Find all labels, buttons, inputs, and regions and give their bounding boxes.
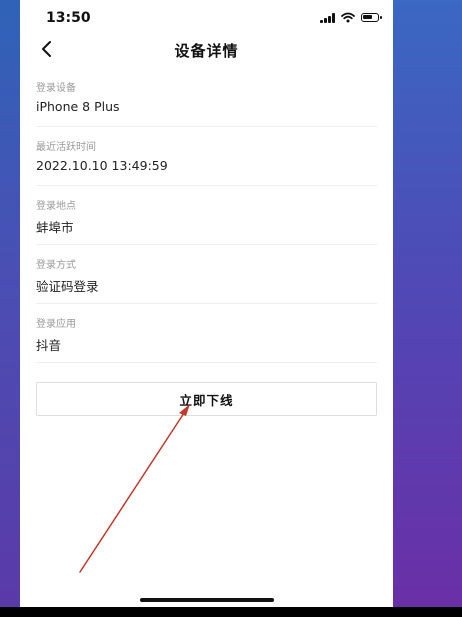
- home-indicator: [140, 598, 274, 602]
- background-right: [393, 0, 462, 607]
- status-icons: [320, 12, 382, 23]
- device-detail-list: 登录设备 iPhone 8 Plus 最近活跃时间 2022.10.10 13:…: [36, 68, 377, 363]
- detail-label: 登录设备: [36, 83, 76, 94]
- detail-value: 2022.10.10 13:49:59: [36, 158, 168, 173]
- status-time: 13:50: [46, 10, 91, 26]
- phone-screen: 13:50 设备详情 登录设备 iPhone 8 Plus 最近活跃时间 202…: [20, 0, 393, 607]
- battery-icon: [361, 13, 382, 22]
- detail-label: 登录地点: [36, 201, 76, 212]
- detail-value: 验证码登录: [36, 279, 99, 294]
- detail-item-login-app: 登录应用 抖音: [36, 304, 377, 363]
- detail-item-device: 登录设备 iPhone 8 Plus: [36, 68, 377, 127]
- status-bar: 13:50: [20, 0, 393, 34]
- wifi-icon: [341, 12, 355, 23]
- detail-value: 蚌埠市: [36, 220, 74, 235]
- page-title: 设备详情: [174, 42, 239, 60]
- detail-item-location: 登录地点 蚌埠市: [36, 186, 377, 245]
- signal-icon: [320, 12, 335, 23]
- detail-label: 最近活跃时间: [36, 142, 96, 153]
- detail-value: iPhone 8 Plus: [36, 99, 120, 114]
- logout-device-button[interactable]: 立即下线: [36, 382, 377, 416]
- detail-label: 登录方式: [36, 260, 76, 271]
- detail-item-last-active: 最近活跃时间 2022.10.10 13:49:59: [36, 127, 377, 186]
- nav-bar: 设备详情: [20, 34, 393, 66]
- background-left: [0, 0, 20, 607]
- detail-value: 抖音: [36, 338, 62, 353]
- bottom-bar: [0, 607, 462, 617]
- detail-item-login-method: 登录方式 验证码登录: [36, 245, 377, 304]
- detail-label: 登录应用: [36, 319, 76, 330]
